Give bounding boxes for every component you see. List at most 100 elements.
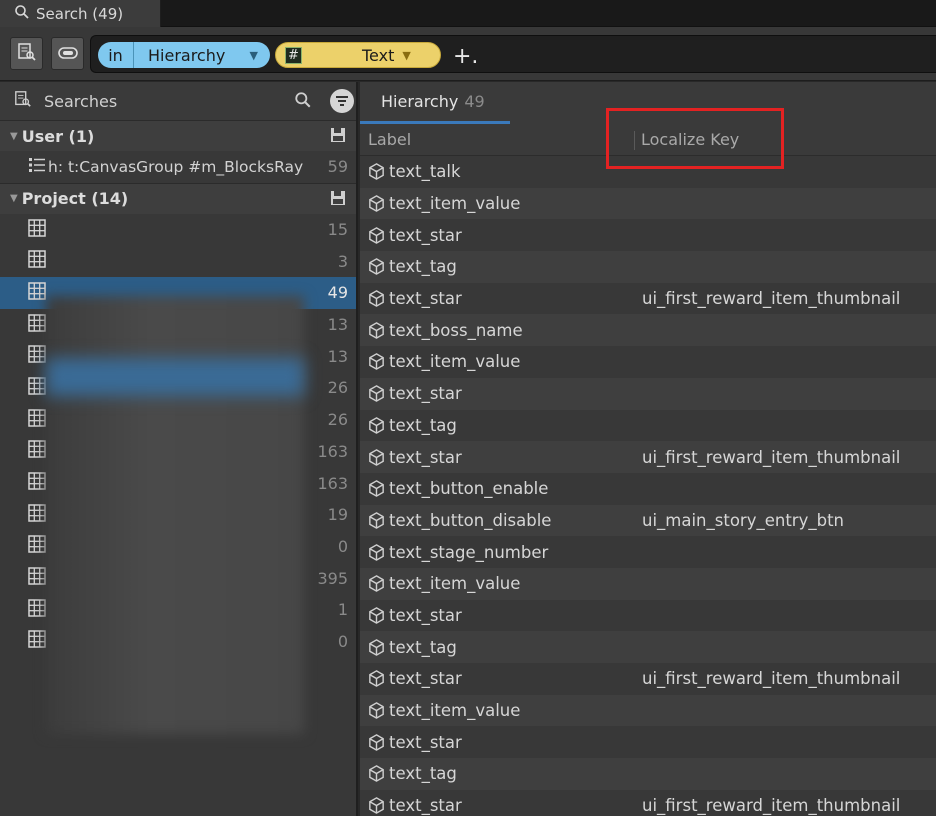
expand-triangle-icon[interactable]: ▼: [10, 131, 18, 142]
row-label: text_star: [389, 289, 462, 309]
table-row[interactable]: text_star ui_first_reward_item_thumbnail: [360, 790, 936, 816]
table-row[interactable]: text_item_value: [360, 567, 936, 600]
gameobject-icon: [367, 384, 386, 403]
gameobject-icon: [367, 796, 386, 815]
result-count: 49: [327, 283, 348, 303]
table-row[interactable]: text_star ui_first_reward_item_thumbnail: [360, 663, 936, 695]
gameobject-icon: [367, 448, 386, 467]
row-label: text_item_value: [389, 574, 521, 594]
project-search-item[interactable]: 3: [0, 245, 356, 277]
row-label: text_star: [389, 732, 462, 752]
inspect-search-button[interactable]: [10, 37, 43, 70]
row-label: text_tag: [389, 415, 457, 435]
gameobject-icon: [367, 733, 386, 752]
table-row[interactable]: text_boss_name: [360, 314, 936, 347]
row-localize-key: ui_first_reward_item_thumbnail: [642, 289, 901, 309]
saved-searches-panel: Searches ▼ User (1) h: t:CanvasGroup #m_…: [0, 82, 358, 816]
table-row[interactable]: text_button_enable: [360, 473, 936, 505]
row-label: text_boss_name: [389, 320, 523, 340]
table-row[interactable]: text_star: [360, 726, 936, 758]
search-toolbar: in Hierarchy ▼ # Text ▼ +.: [0, 27, 936, 81]
table-row[interactable]: text_tag: [360, 410, 936, 442]
row-label: text_star: [389, 225, 462, 245]
result-count: 13: [327, 346, 348, 366]
table-row[interactable]: text_button_disable ui_main_story_entry_b…: [360, 504, 936, 537]
inspect-search-icon: [17, 42, 37, 66]
user-group-header[interactable]: ▼ User (1): [0, 120, 356, 151]
table-row[interactable]: text_star: [360, 377, 936, 410]
gameobject-icon: [367, 606, 386, 625]
table-row[interactable]: text_item_value: [360, 187, 936, 220]
table-icon: [28, 408, 46, 431]
result-count: 3: [337, 251, 348, 271]
area-filter-pill[interactable]: in Hierarchy ▼: [98, 42, 270, 68]
table-row[interactable]: text_star ui_first_reward_item_thumbnail: [360, 441, 936, 473]
result-count: 26: [327, 410, 348, 430]
table-row[interactable]: text_tag: [360, 631, 936, 663]
table-row[interactable]: text_star: [360, 219, 936, 251]
window-tab-title: Search (49): [36, 4, 124, 23]
row-label: text_star: [389, 796, 462, 816]
result-count: 163: [317, 473, 348, 493]
area-filter-value: Hierarchy: [148, 45, 226, 65]
filter-icon[interactable]: [330, 89, 354, 113]
table-row[interactable]: text_item_value: [360, 346, 936, 378]
table-icon: [28, 472, 46, 494]
project-group-header[interactable]: ▼ Project (14): [0, 182, 356, 214]
add-filter-icon[interactable]: +.: [453, 44, 478, 69]
row-label: text_star: [389, 605, 462, 625]
gameobject-icon: [367, 669, 386, 688]
row-localize-key: ui_first_reward_item_thumbnail: [642, 447, 901, 467]
gameobject-icon: [367, 543, 386, 562]
tab-hierarchy-label: Hierarchy: [381, 92, 459, 111]
result-count: 163: [317, 441, 348, 461]
searches-header: Searches: [0, 82, 356, 120]
table-row[interactable]: text_star: [360, 600, 936, 632]
table-icon: [28, 503, 46, 526]
tab-hierarchy[interactable]: Hierarchy 49: [360, 82, 510, 124]
search-window-tab[interactable]: Search (49): [0, 0, 161, 27]
result-count: 0: [337, 631, 348, 651]
table-row[interactable]: text_star ui_first_reward_item_thumbnail: [360, 283, 936, 315]
toggle-button[interactable]: [51, 37, 84, 70]
type-filter-pill[interactable]: # Text ▼: [275, 42, 441, 68]
user-search-item[interactable]: h: t:CanvasGroup #m_BlocksRay 59: [0, 151, 356, 183]
table-row[interactable]: text_tag: [360, 758, 936, 790]
search-icon[interactable]: [294, 91, 312, 113]
row-label: text_tag: [389, 637, 457, 657]
table-icon: [28, 377, 46, 399]
highlight-box: [606, 108, 784, 169]
chevron-down-icon[interactable]: ▼: [250, 49, 258, 62]
area-filter-prefix: in: [98, 42, 134, 68]
project-search-item[interactable]: 15: [0, 214, 356, 246]
result-count: 59: [327, 157, 348, 177]
row-label: text_item_value: [389, 194, 521, 214]
table-icon: [28, 567, 46, 589]
user-search-text: h: t:CanvasGroup #m_BlocksRay: [48, 157, 304, 176]
result-count: 13: [327, 315, 348, 335]
gameobject-icon: [367, 416, 386, 435]
table-row[interactable]: text_stage_number: [360, 536, 936, 568]
gameobject-icon: [367, 162, 386, 181]
results-panel: Hierarchy 49 Label Localize Key text_tal…: [360, 82, 936, 816]
results-table: text_talk text_item_value text_star text_ta…: [360, 156, 936, 816]
save-icon[interactable]: [330, 190, 346, 210]
toggle-icon: [57, 45, 78, 63]
gameobject-icon: [367, 257, 386, 276]
gameobject-icon: [367, 574, 386, 593]
query-bar[interactable]: in Hierarchy ▼ # Text ▼ +.: [90, 35, 936, 73]
table-icon: [28, 313, 46, 336]
gameobject-icon: [367, 701, 386, 720]
table-row[interactable]: text_tag: [360, 251, 936, 283]
gameobject-icon: [367, 764, 386, 783]
row-label: text_button_disable: [389, 510, 552, 530]
table-row[interactable]: text_item_value: [360, 694, 936, 727]
gameobject-icon: [367, 638, 386, 657]
column-label-header[interactable]: Label: [368, 130, 411, 149]
result-count: 1: [337, 600, 348, 620]
row-label: text_star: [389, 447, 462, 467]
chevron-down-icon[interactable]: ▼: [402, 49, 410, 62]
row-localize-key: ui_first_reward_item_thumbnail: [642, 669, 901, 689]
expand-triangle-icon[interactable]: ▼: [10, 193, 18, 204]
save-icon[interactable]: [330, 127, 346, 147]
